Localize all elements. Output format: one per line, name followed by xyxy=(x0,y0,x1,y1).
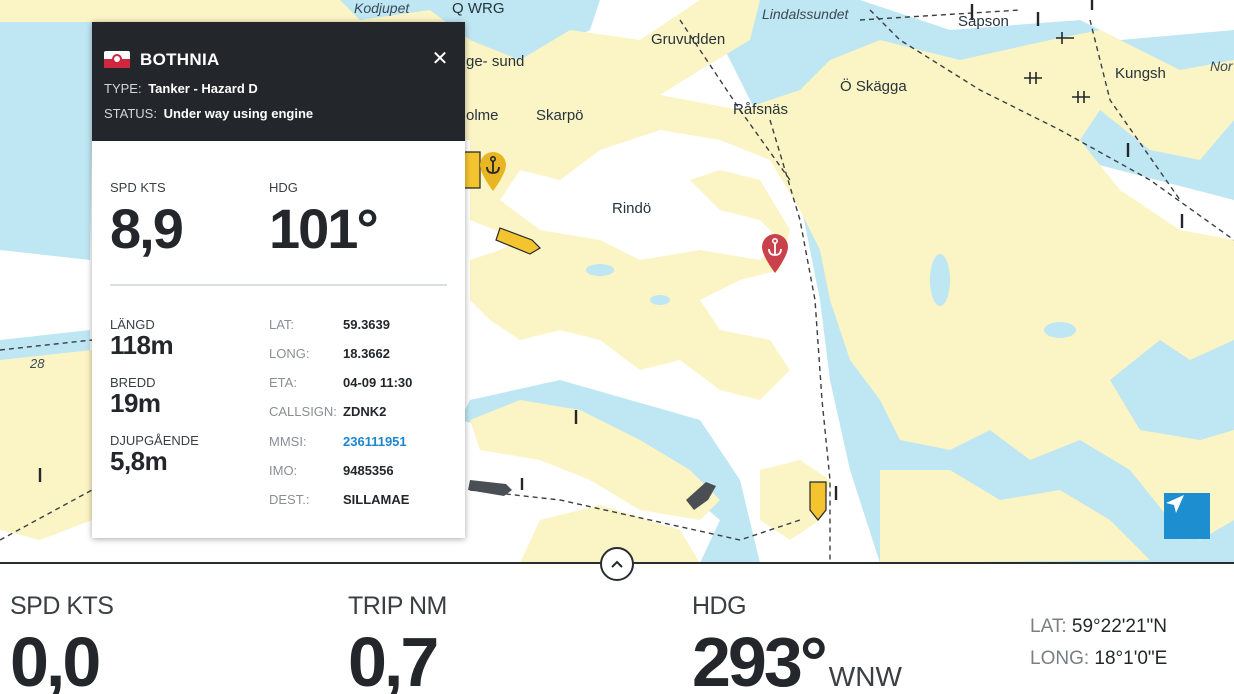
place-label: Lindalssundet xyxy=(762,6,849,22)
beam-value: 19m xyxy=(110,388,161,418)
own-latitude: LAT: 59°22'21"N xyxy=(1030,616,1167,638)
lat-value: 59°22'21"N xyxy=(1071,616,1167,637)
place-label: Kodjupet xyxy=(354,0,410,16)
lat-label: LAT: xyxy=(1030,616,1067,637)
detail-value: 18.3662 xyxy=(343,346,390,361)
length-value: 118m xyxy=(110,330,174,360)
heading-direction: WNW xyxy=(828,661,902,692)
own-speed: SPD KTS 0,0 xyxy=(10,592,114,694)
detail-key: IMO: xyxy=(269,463,298,478)
detail-key: MMSI: xyxy=(269,434,307,449)
close-icon: ✕ xyxy=(431,48,449,70)
trip-distance: TRIP NM 0,7 xyxy=(348,592,447,694)
draught-value: 5,8m xyxy=(110,446,168,476)
place-label: Gruvudden xyxy=(651,31,726,48)
vessel-speed-value: 8,9 xyxy=(110,197,184,260)
place-label: Q WRG xyxy=(452,0,505,17)
vessel-heading: HDG 101° xyxy=(269,180,379,260)
vessel-name: BOTHNIA xyxy=(140,50,220,69)
place-label: olme xyxy=(466,107,499,124)
status-label: STATUS: xyxy=(104,106,157,121)
vessel-beam: BREDD 19m xyxy=(110,375,161,416)
detail-value: SILLAMAE xyxy=(343,492,410,507)
country-flag-icon xyxy=(104,51,130,68)
place-label: Råfsnäs xyxy=(733,101,789,118)
navigation-arrow-icon xyxy=(1166,495,1184,513)
place-label: Kungsh xyxy=(1115,65,1166,82)
vessel-info-popup: BOTHNIA ✕ TYPE: Tanker - Hazard D STATUS… xyxy=(92,22,465,538)
place-label: Nor xyxy=(1210,58,1233,74)
vessel-type-row: TYPE: Tanker - Hazard D xyxy=(104,81,258,96)
detail-key: LONG: xyxy=(269,346,310,361)
divider xyxy=(110,284,447,286)
detail-value: 59.3639 xyxy=(343,317,390,332)
vessel-status-row: STATUS: Under way using engine xyxy=(104,106,313,121)
place-label: Rindö xyxy=(612,200,652,217)
place-label: Skarpö xyxy=(536,107,584,124)
vessel-speed-label: SPD KTS xyxy=(110,180,166,195)
vessel-length: LÄNGD 118m xyxy=(110,317,174,360)
own-heading-value: 293° xyxy=(692,623,828,694)
vessel-heading-label: HDG xyxy=(269,180,298,195)
detail-value: ZDNK2 xyxy=(343,404,387,419)
instrument-bar: SPD KTS 0,0 TRIP NM 0,7 HDG 293° WNW LAT:… xyxy=(0,564,1234,694)
detail-value: 9485356 xyxy=(343,463,394,478)
detail-key: DEST.: xyxy=(269,492,310,507)
long-label: LONG: xyxy=(1030,648,1090,669)
own-speed-value: 0,0 xyxy=(10,623,101,694)
place-label: Sapson xyxy=(958,13,1009,30)
mmsi-link[interactable]: 236111951 xyxy=(343,434,407,449)
detail-key: ETA: xyxy=(269,375,297,390)
own-longitude: LONG: 18°1'0"E xyxy=(1030,648,1167,670)
vessel-heading-value: 101° xyxy=(269,197,379,260)
chevron-up-icon xyxy=(611,560,623,568)
place-label: ge- sund xyxy=(466,53,525,70)
own-speed-label: SPD KTS xyxy=(10,592,114,620)
type-label: TYPE: xyxy=(104,81,142,96)
detail-value: 04-09 11:30 xyxy=(343,375,413,390)
vessel-draught: DJUPGÅENDE 5,8m xyxy=(110,433,199,474)
detail-key: LAT: xyxy=(269,317,295,332)
locate-me-button[interactable] xyxy=(1164,493,1210,539)
trip-value: 0,7 xyxy=(348,623,439,694)
type-value: Tanker - Hazard D xyxy=(148,81,258,96)
trip-label: TRIP NM xyxy=(348,592,447,620)
vessel-header: BOTHNIA ✕ TYPE: Tanker - Hazard D STATUS… xyxy=(92,22,465,141)
long-value: 18°1'0"E xyxy=(1094,648,1168,669)
detail-key: CALLSIGN: xyxy=(269,404,337,419)
expand-panel-button[interactable] xyxy=(600,547,634,581)
place-label: Ö Skägga xyxy=(840,78,907,95)
vessel-speed: SPD KTS 8,9 xyxy=(110,180,184,260)
own-heading: HDG 293° WNW xyxy=(692,592,902,694)
close-button[interactable]: ✕ xyxy=(429,48,451,70)
own-heading-label: HDG xyxy=(692,592,747,620)
depth-label: 28 xyxy=(30,356,45,371)
status-value: Under way using engine xyxy=(163,106,314,121)
